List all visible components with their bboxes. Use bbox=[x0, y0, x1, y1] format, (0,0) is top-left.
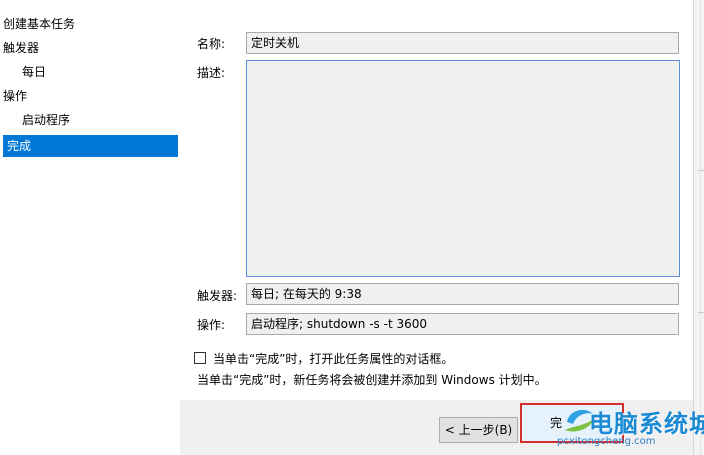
open-properties-label: 当单击“完成”时，打开此任务属性的对话框。 bbox=[213, 351, 454, 366]
name-field[interactable]: 定时关机 bbox=[246, 32, 679, 54]
back-button[interactable]: < 上一步(B) bbox=[439, 417, 518, 443]
step-finish[interactable]: 完成 bbox=[3, 135, 178, 157]
trigger-field: 每日; 在每天的 9:38 bbox=[246, 283, 679, 305]
watermark-text: 电脑系统城 bbox=[589, 410, 704, 438]
trigger-label: 触发器: bbox=[197, 289, 238, 303]
site-watermark: 电脑系统城 pcxitongcheng.com bbox=[553, 398, 704, 455]
open-properties-option[interactable]: 当单击“完成”时，打开此任务属性的对话框。 bbox=[194, 349, 453, 367]
border-tick bbox=[698, 170, 704, 171]
step-daily[interactable]: 每日 bbox=[22, 61, 178, 83]
wizard-steps-sidebar: 创建基本任务 触发器 每日 操作 启动程序 完成 bbox=[0, 0, 180, 455]
step-trigger[interactable]: 触发器 bbox=[3, 37, 178, 59]
finish-note: 当单击“完成”时，新任务将会被创建并添加到 Windows 计划中。 bbox=[197, 373, 547, 387]
name-label: 名称: bbox=[197, 37, 226, 51]
step-start-program[interactable]: 启动程序 bbox=[22, 109, 178, 131]
description-field[interactable] bbox=[246, 60, 680, 277]
border-tick bbox=[698, 312, 704, 313]
watermark-url: pcxitongcheng.com bbox=[557, 436, 656, 447]
step-create-basic-task[interactable]: 创建基本任务 bbox=[3, 13, 178, 35]
description-label: 描述: bbox=[197, 66, 226, 80]
open-properties-checkbox[interactable] bbox=[194, 352, 206, 364]
step-action[interactable]: 操作 bbox=[3, 85, 178, 107]
action-field: 启动程序; shutdown -s -t 3600 bbox=[246, 313, 679, 335]
window-right-border bbox=[693, 0, 704, 455]
action-label: 操作: bbox=[197, 318, 226, 332]
border-line bbox=[700, 0, 701, 455]
